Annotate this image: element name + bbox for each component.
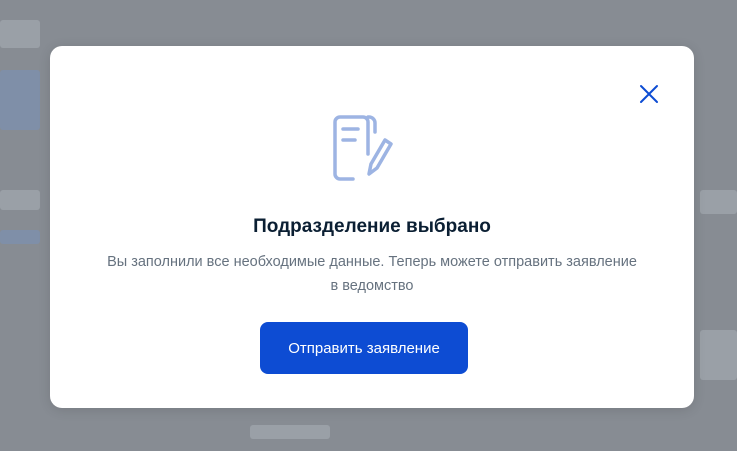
modal-title: Подразделение выбрано: [253, 216, 491, 237]
document-edit-icon: [331, 114, 401, 186]
success-modal: Подразделение выбрано Вы заполнили все н…: [50, 46, 694, 408]
background-block: [250, 425, 330, 439]
close-icon: [640, 85, 658, 103]
submit-application-button[interactable]: Отправить заявление: [260, 322, 468, 374]
background-block: [700, 330, 737, 380]
background-block: [0, 230, 40, 244]
background-block: [0, 190, 40, 210]
modal-description: Вы заполнили все необходимые данные. Теп…: [107, 254, 637, 294]
background-block: [0, 70, 40, 130]
background-block: [0, 20, 40, 48]
close-button[interactable]: [637, 82, 661, 106]
background-block: [700, 190, 737, 214]
